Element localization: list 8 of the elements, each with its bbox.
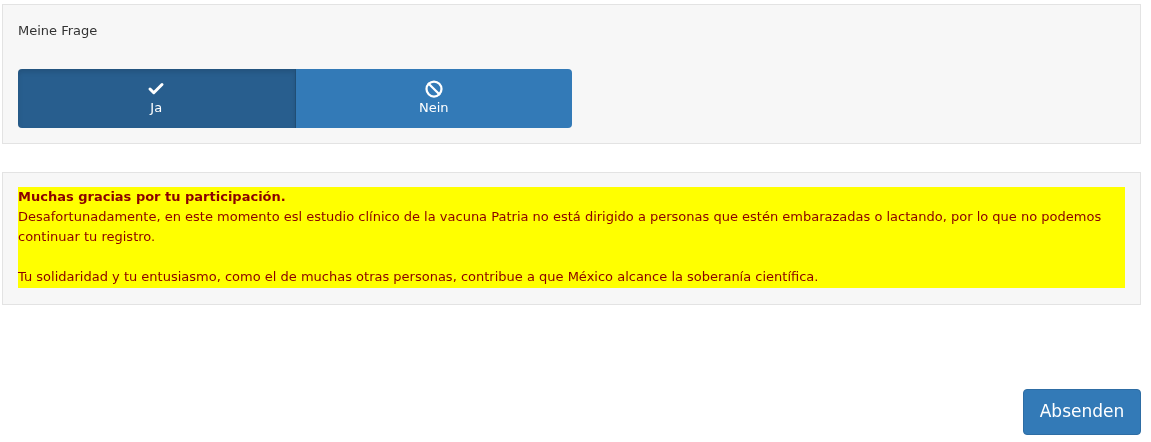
answer-button[interactable]: Ja <box>18 69 296 128</box>
answer-button[interactable]: Nein <box>295 69 572 128</box>
notice-text: Desafortunadamente, en este momento esl estudio clínico de la vacuna Patria no está dirigido a personas que estén embarazadas o lactando, por lo que no podemos continuar tu registro. <box>18 208 1103 246</box>
submit-button[interactable]: Absenden <box>1023 389 1141 435</box>
ban-icon <box>424 79 443 98</box>
question-label: Meine Frage <box>18 22 99 40</box>
notice-title: Muchas gracias por tu participación. <box>18 188 287 206</box>
notice-text: Tu solidaridad y tu entusiasmo, como el de muchas otras personas, contribue a que México alcance la soberanía científica. <box>18 268 820 286</box>
